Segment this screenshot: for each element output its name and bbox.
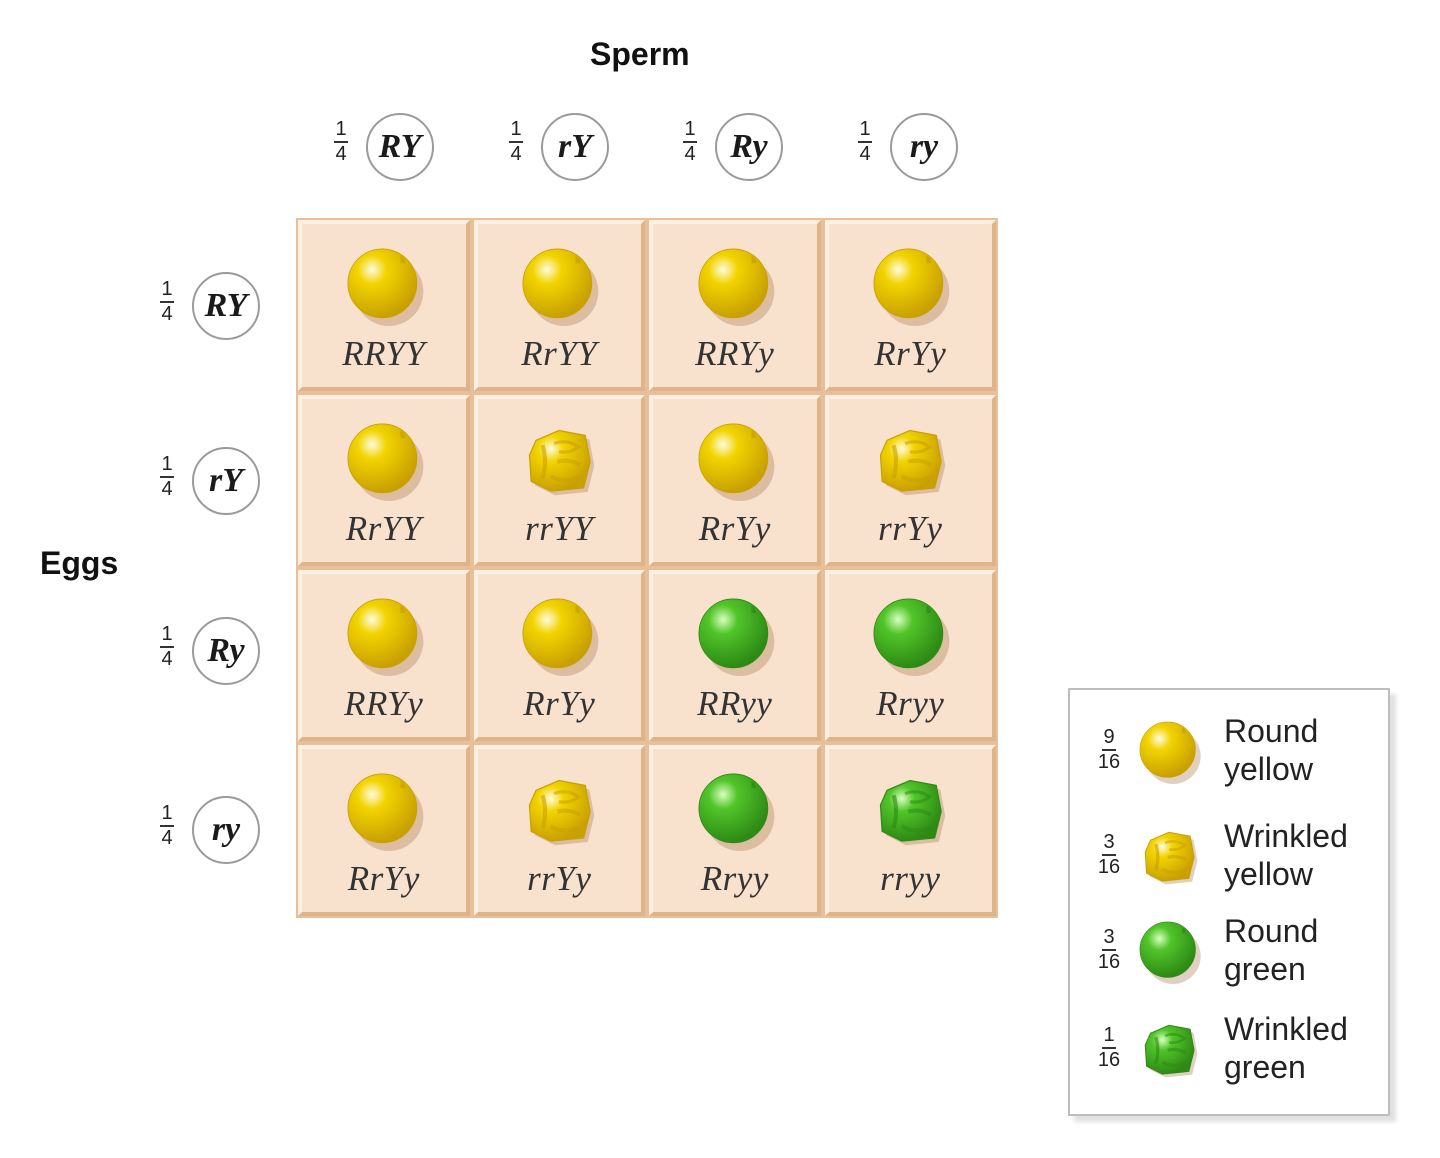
legend-item: 9 16 Round yellow <box>1070 710 1390 800</box>
genotype-label: Rryy <box>700 859 769 898</box>
egg-gamete-circle: Ry <box>192 617 260 685</box>
punnett-cell: RrYY <box>473 220 645 391</box>
legend-label: Round green <box>1224 913 1319 987</box>
sperm-probability: 14 <box>683 118 697 165</box>
genotype-label: RrYy <box>523 684 596 723</box>
legend-ratio: 3 16 <box>1097 831 1121 878</box>
sperm-axis-title: Sperm <box>590 36 690 72</box>
punnett-cell: rrYY <box>473 395 645 566</box>
round-yellow-pea-icon <box>347 248 424 326</box>
sperm-probability: 14 <box>334 118 348 165</box>
wrinkled-yellow-pea-icon <box>529 779 595 846</box>
punnett-cell: rrYy <box>824 395 996 566</box>
genotype-label: RrYy <box>698 509 771 548</box>
punnett-cell: rrYy <box>473 745 645 916</box>
sperm-gamete-circle: ry <box>890 113 958 181</box>
legend-label: Wrinkled yellow <box>1224 818 1348 892</box>
round-green-pea-icon <box>698 598 775 676</box>
round-green-pea-icon <box>1139 921 1201 984</box>
wrinkled-yellow-pea-icon <box>529 429 595 496</box>
punnett-cell: RRyy <box>649 570 821 741</box>
sperm-probability: 14 <box>858 118 872 165</box>
punnett-cell: Rryy <box>824 570 996 741</box>
round-yellow-pea-icon <box>347 423 424 501</box>
legend-ratio: 3 16 <box>1097 926 1121 973</box>
egg-probability: 14 <box>160 802 174 849</box>
punnett-cell: rryy <box>824 745 996 916</box>
genotype-label: RrYY <box>345 509 422 548</box>
sperm-gamete-circle: rY <box>541 113 609 181</box>
genotype-label: RRYy <box>695 334 775 373</box>
genotype-label: rrYy <box>527 859 592 898</box>
round-green-pea-icon <box>873 598 950 676</box>
round-yellow-pea-icon <box>698 423 775 501</box>
round-yellow-pea-icon <box>347 598 424 676</box>
eggs-axis-title: Eggs <box>40 545 119 581</box>
round-yellow-pea-icon <box>698 248 775 326</box>
round-yellow-pea-icon <box>347 773 424 851</box>
legend-item: 1 16 Wrinkled green <box>1070 1008 1390 1098</box>
punnett-cell: RrYy <box>649 395 821 566</box>
round-green-pea-icon <box>698 773 775 851</box>
egg-probability: 14 <box>160 453 174 500</box>
wrinkled-yellow-pea-icon <box>880 429 946 496</box>
sperm-probability: 14 <box>509 118 523 165</box>
punnett-cell: RrYY <box>298 395 470 566</box>
genotype-label: RRYY <box>342 334 426 373</box>
genotype-label: RRYy <box>344 684 424 723</box>
punnett-square: RRYY RrYY RRYy RrYy RrYY rrYY RrYy rrYy … <box>296 218 998 918</box>
genotype-label: rrYY <box>525 509 594 548</box>
punnett-cell: RrYy <box>473 570 645 741</box>
legend-ratio: 9 16 <box>1097 726 1121 773</box>
legend-label: Round yellow <box>1224 713 1319 787</box>
egg-gamete-circle: RY <box>192 272 260 340</box>
genotype-label: RrYy <box>874 334 947 373</box>
genotype-label: Rryy <box>876 684 945 723</box>
egg-probability: 14 <box>160 278 174 325</box>
round-yellow-pea-icon <box>522 248 599 326</box>
genotype-label: RRyy <box>697 684 773 723</box>
legend-item: 3 16 Round green <box>1070 910 1390 1000</box>
round-yellow-pea-icon <box>522 598 599 676</box>
genotype-label: RrYY <box>521 334 598 373</box>
wrinkled-green-pea-icon <box>880 779 946 846</box>
punnett-cell: RrYy <box>298 745 470 916</box>
egg-probability: 14 <box>160 623 174 670</box>
wrinkled-yellow-pea-icon <box>1144 831 1198 885</box>
legend-item: 3 16 Wrinkled yellow <box>1070 815 1390 905</box>
punnett-cell: RRYy <box>298 570 470 741</box>
legend-label: Wrinkled green <box>1224 1011 1348 1085</box>
genotype-label: RrYy <box>347 859 420 898</box>
round-yellow-pea-icon <box>1139 721 1201 784</box>
punnett-cell: RrYy <box>824 220 996 391</box>
legend-ratio: 1 16 <box>1097 1024 1121 1071</box>
punnett-cell: Rryy <box>649 745 821 916</box>
sperm-gamete-circle: RY <box>366 113 434 181</box>
egg-gamete-circle: rY <box>192 447 260 515</box>
round-yellow-pea-icon <box>873 248 950 326</box>
egg-gamete-circle: ry <box>192 796 260 864</box>
punnett-cell: RRYY <box>298 220 470 391</box>
sperm-gamete-circle: Ry <box>715 113 783 181</box>
phenotype-legend: 9 16 Round yellow 3 16 Wrinkled yellow 3… <box>1068 688 1390 1116</box>
punnett-cell: RRYy <box>649 220 821 391</box>
genotype-label: rrYy <box>878 509 943 548</box>
wrinkled-green-pea-icon <box>1144 1024 1198 1078</box>
genotype-label: rryy <box>880 859 941 898</box>
